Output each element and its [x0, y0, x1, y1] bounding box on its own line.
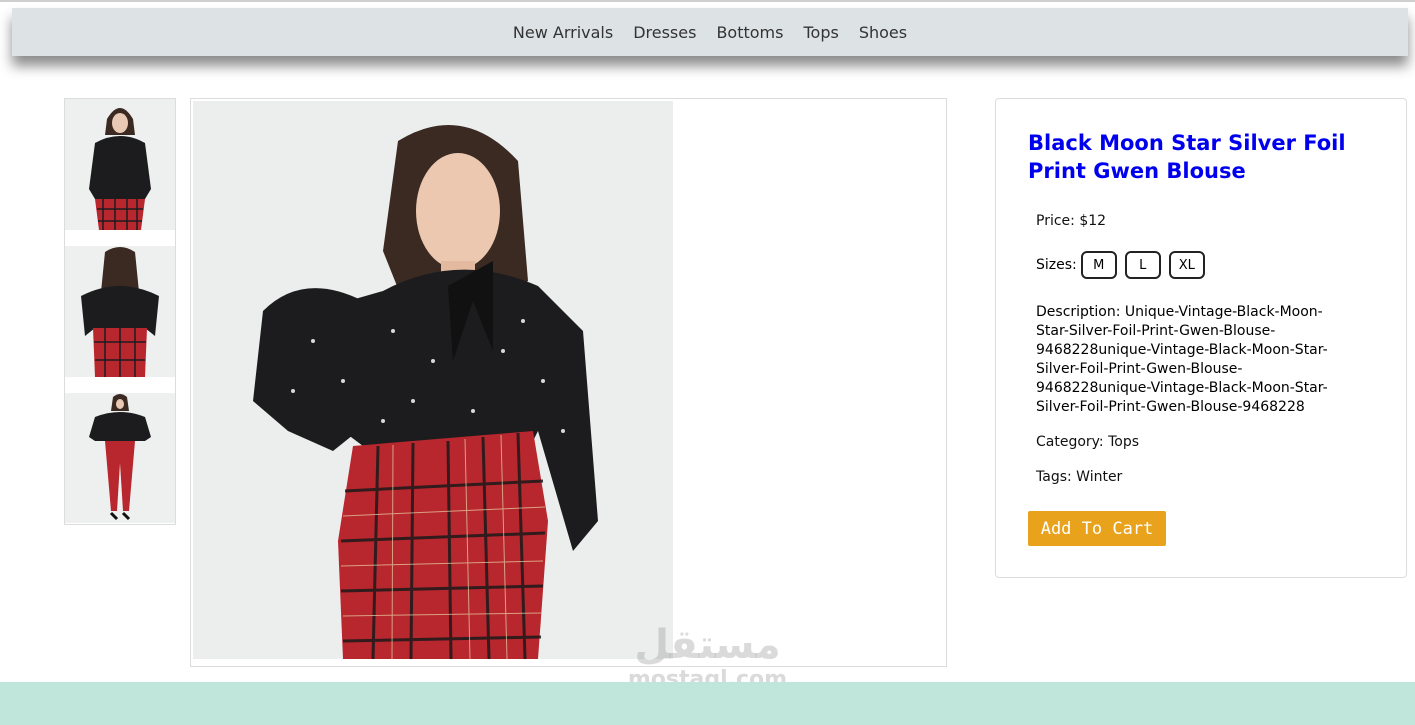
product-photo-main — [193, 101, 673, 659]
size-selector: Sizes: M L XL — [1036, 251, 1205, 279]
product-category: Category: Tops — [1036, 434, 1140, 450]
main-image-frame — [190, 98, 947, 667]
product-description: Description: Unique-Vintage-Black-Moon-S… — [1036, 304, 1328, 415]
main-product-image[interactable] — [193, 101, 673, 659]
thumbnail-front[interactable] — [65, 99, 175, 230]
product-price: Price: $12 — [1036, 213, 1107, 229]
thumbnail-full[interactable] — [65, 393, 175, 523]
nav-dresses[interactable]: Dresses — [633, 23, 696, 42]
nav-shoes[interactable]: Shoes — [859, 23, 907, 42]
size-m-button[interactable]: M — [1080, 251, 1117, 279]
footer-bar — [0, 682, 1415, 725]
product-title: Black Moon Star Silver Foil Print Gwen B… — [1028, 131, 1346, 183]
top-border — [0, 0, 1415, 2]
nav-new-arrivals[interactable]: New Arrivals — [513, 23, 613, 42]
product-photo-full — [65, 393, 175, 523]
product-tags: Tags: Winter — [1036, 469, 1123, 485]
add-to-cart-button[interactable]: Add To Cart — [1028, 511, 1166, 546]
thumbnail-list — [64, 98, 176, 525]
size-xl-button[interactable]: XL — [1168, 251, 1205, 279]
product-photo-back — [65, 246, 175, 377]
nav-bottoms[interactable]: Bottoms — [716, 23, 783, 42]
product-info-panel: Black Moon Star Silver Foil Print Gwen B… — [995, 98, 1407, 578]
size-l-button[interactable]: L — [1124, 251, 1161, 279]
product-photo-front — [65, 99, 175, 230]
top-navbar: New Arrivals Dresses Bottoms Tops Shoes — [12, 8, 1408, 56]
nav-tops[interactable]: Tops — [803, 23, 838, 42]
thumbnail-back[interactable] — [65, 246, 175, 377]
sizes-label: Sizes: — [1036, 257, 1077, 273]
